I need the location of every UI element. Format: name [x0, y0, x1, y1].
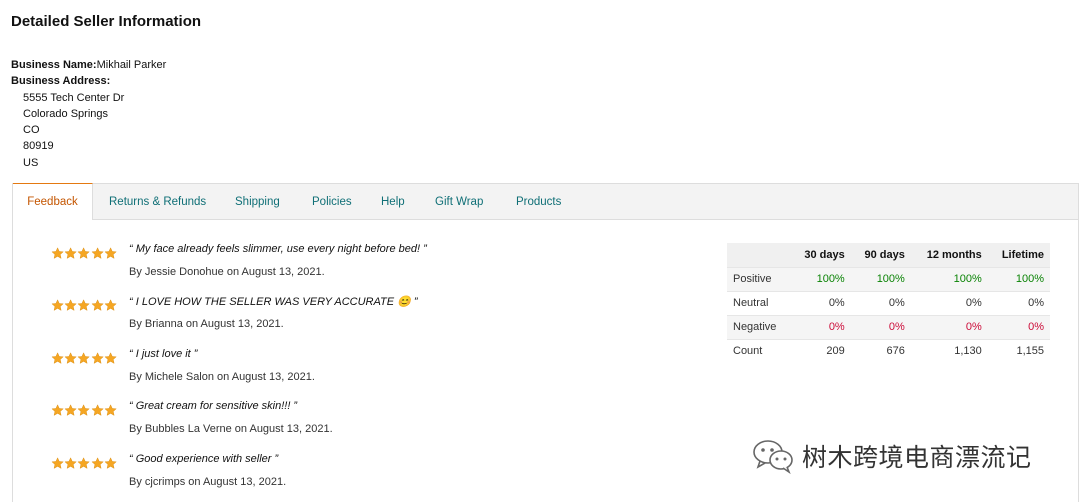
star-icon [77, 299, 91, 311]
star-icon [64, 457, 77, 469]
star-rating [51, 457, 119, 471]
business-info: Business Name:Mikhail Parker Business Ad… [11, 57, 166, 171]
table-cell: 0% [790, 314, 851, 339]
table-cell: 0% [850, 314, 911, 339]
star-icon [77, 247, 91, 259]
star-icon [64, 352, 77, 364]
review-item: “ Good experience with seller ” By cjcri… [13, 453, 653, 502]
star-icon [91, 352, 104, 364]
row-label: Neutral [727, 290, 791, 315]
table-cell: 676 [850, 338, 911, 363]
star-icon [104, 299, 117, 311]
review-text: “ My face already feels slimmer, use eve… [129, 243, 427, 255]
star-icon [91, 247, 104, 259]
star-rating [51, 352, 119, 366]
business-address-label: Business Address: [11, 75, 111, 88]
star-icon [51, 352, 64, 364]
table-cell: 100% [987, 266, 1050, 291]
feedback-summary-table: 30 days 90 days 12 months Lifetime Posit… [727, 243, 1050, 363]
business-name: Mikhail Parker [96, 59, 167, 71]
tab-gift-wrap[interactable]: Gift Wrap [435, 184, 483, 220]
star-icon [104, 457, 117, 469]
watermark: 树木跨境电商漂流记 [752, 436, 1032, 476]
table-header: Lifetime [987, 243, 1050, 267]
table-cell: 209 [790, 338, 851, 363]
star-icon [64, 247, 77, 259]
table-row: Count 209 676 1,130 1,155 [727, 338, 1050, 363]
table-cell: 100% [850, 266, 911, 291]
review-text: “ Great cream for sensitive skin!!! ” [129, 400, 298, 412]
star-icon [64, 299, 77, 311]
table-header [727, 243, 791, 267]
table-cell: 100% [790, 266, 851, 291]
star-icon [91, 457, 104, 469]
table-header-row: 30 days 90 days 12 months Lifetime [727, 243, 1050, 267]
address-line: CO [23, 124, 40, 137]
table-row: Negative 0% 0% 0% 0% [727, 314, 1050, 339]
wechat-icon [753, 440, 793, 474]
business-name-label: Business Name: [11, 59, 97, 71]
table-row: Neutral 0% 0% 0% 0% [727, 290, 1050, 315]
review-item: “ Great cream for sensitive skin!!! ” By… [13, 400, 653, 450]
tab-returns-refunds[interactable]: Returns & Refunds [109, 184, 206, 220]
review-item: “ I just love it ” By Michele Salon on A… [13, 348, 653, 398]
table-cell: 0% [987, 314, 1050, 339]
address-line: Colorado Springs [23, 107, 108, 120]
table-cell: 0% [910, 314, 988, 339]
address-line: 80919 [23, 140, 54, 153]
watermark-text: 树木跨境电商漂流记 [802, 443, 1032, 472]
tab-feedback[interactable]: Feedback [13, 183, 93, 220]
tab-help[interactable]: Help [381, 184, 405, 220]
review-byline: By Bubbles La Verne on August 13, 2021. [129, 423, 333, 435]
table-cell: 0% [790, 290, 851, 315]
table-header: 12 months [910, 243, 988, 267]
table-cell: 0% [850, 290, 911, 315]
row-label: Negative [727, 314, 791, 339]
star-icon [104, 352, 117, 364]
tab-products[interactable]: Products [516, 184, 561, 220]
star-icon [104, 404, 117, 416]
review-byline: By Brianna on August 13, 2021. [129, 318, 284, 330]
review-byline: By Jessie Donohue on August 13, 2021. [129, 266, 325, 278]
table-cell: 100% [910, 266, 988, 291]
row-label: Positive [727, 266, 791, 291]
table-row: Positive 100% 100% 100% 100% [727, 266, 1050, 291]
table-header: 90 days [850, 243, 911, 267]
tab-bar: Feedback Returns & Refunds Shipping Poli… [13, 183, 1078, 220]
review-byline: By cjcrimps on August 13, 2021. [129, 476, 287, 488]
table-header: 30 days [790, 243, 851, 267]
review-byline: By Michele Salon on August 13, 2021. [129, 371, 315, 383]
address-line: US [23, 156, 39, 169]
star-rating [51, 404, 119, 418]
review-item: “ I LOVE HOW THE SELLER WAS VERY ACCURAT… [13, 295, 653, 345]
star-icon [77, 457, 91, 469]
tab-shipping[interactable]: Shipping [235, 184, 280, 220]
business-address: 5555 Tech Center Dr Colorado Springs CO … [11, 90, 166, 171]
tab-policies[interactable]: Policies [312, 184, 352, 220]
row-label: Count [727, 338, 791, 363]
star-icon [77, 352, 91, 364]
star-icon [91, 404, 104, 416]
star-icon [91, 299, 104, 311]
star-icon [51, 299, 64, 311]
table-cell: 0% [987, 290, 1050, 315]
star-icon [64, 404, 77, 416]
review-text: “ Good experience with seller ” [129, 453, 279, 465]
star-rating [51, 247, 119, 261]
page-title: Detailed Seller Information [11, 13, 202, 30]
table-cell: 1,130 [910, 338, 988, 363]
address-line: 5555 Tech Center Dr [23, 91, 125, 104]
table-cell: 0% [910, 290, 988, 315]
review-item: “ My face already feels slimmer, use eve… [13, 243, 653, 293]
review-text: “ I just love it ” [129, 348, 198, 360]
star-icon [77, 404, 91, 416]
review-text: “ I LOVE HOW THE SELLER WAS VERY ACCURAT… [129, 296, 418, 308]
star-rating [51, 299, 119, 313]
table-cell: 1,155 [987, 338, 1050, 363]
star-icon [51, 457, 64, 469]
business-name-row: Business Name:Mikhail Parker [11, 57, 166, 73]
star-icon [104, 247, 117, 259]
star-icon [51, 404, 64, 416]
star-icon [51, 247, 64, 259]
